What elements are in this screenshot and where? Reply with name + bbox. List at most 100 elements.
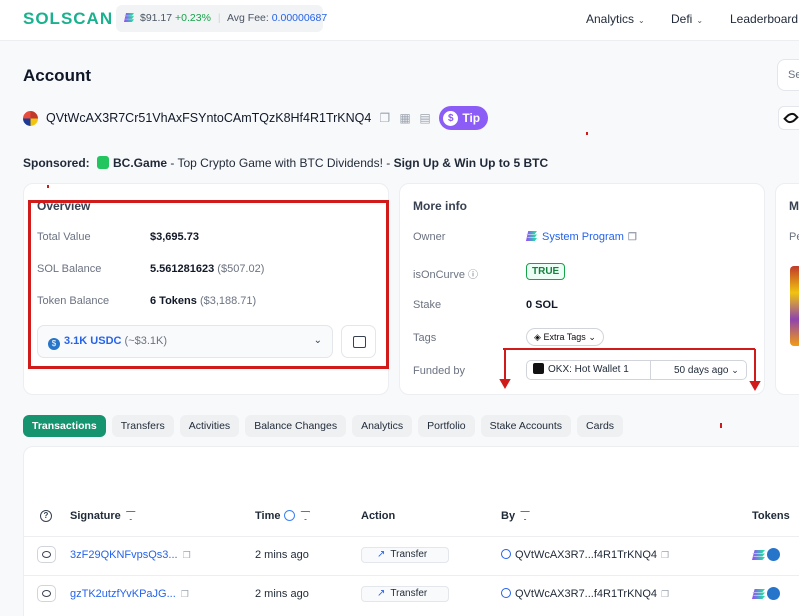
nav-analytics[interactable]: Analytics ⌄	[586, 12, 645, 26]
tab-transactions[interactable]: Transactions	[23, 415, 106, 437]
tab-transfers[interactable]: Transfers	[111, 415, 174, 437]
chevron-down-icon: ⌄	[696, 16, 704, 25]
tab-activities[interactable]: Activities	[179, 415, 240, 437]
filter-icon[interactable]	[125, 511, 136, 520]
tag-icon: ◈	[534, 332, 541, 342]
owner-label: Owner	[413, 231, 446, 243]
eye-icon	[42, 551, 51, 558]
third-card-title: M	[789, 199, 799, 213]
annotation-dot	[586, 132, 588, 135]
chevron-down-icon: ⌄	[588, 332, 596, 342]
third-card-label: Pe	[789, 231, 799, 243]
tab-analytics[interactable]: Analytics	[352, 415, 413, 437]
col-signature: Signature	[70, 510, 136, 522]
view-toggle-button[interactable]	[778, 106, 799, 130]
stake-value: 0 SOL	[526, 299, 558, 311]
row-view-button[interactable]	[37, 546, 56, 563]
tx-by[interactable]: QVtWcAX3R7...f4R1TrKNQ4 ❐	[501, 549, 673, 561]
funded-by-label: Funded by	[413, 365, 465, 377]
sponsor-cta: Sign Up & Win Up to 5 BTC	[393, 156, 549, 170]
tx-signature[interactable]: 3zF29QKNFvpsQs3... ❐	[70, 549, 195, 561]
sponsored-banner[interactable]: Sponsored: BC.Game - Top Crypto Game wit…	[23, 156, 548, 170]
avg-fee-label: Avg Fee:	[226, 12, 269, 24]
tags-label: Tags	[413, 332, 437, 344]
copy-icon[interactable]: ❐	[181, 588, 193, 600]
sponsor-text: - Top Crypto Game with BTC Dividends! -	[167, 156, 394, 170]
stake-label: Stake	[413, 299, 442, 311]
col-time: Time	[255, 510, 311, 522]
solana-icon	[526, 231, 537, 241]
tx-tokens	[752, 587, 782, 600]
arrow-up-right-icon: ↗	[377, 588, 386, 599]
avatar	[23, 110, 38, 126]
copy-icon[interactable]: ❐	[379, 112, 391, 124]
banner-image[interactable]	[790, 266, 799, 346]
sol-price-pill: $91.17 +0.23% | Avg Fee: 0.00000687	[116, 5, 327, 32]
filter-icon[interactable]	[520, 511, 531, 520]
tx-action-badge: ↗ Transfer	[361, 547, 449, 563]
eye-icon	[42, 590, 51, 597]
sol-price: $91.17	[140, 12, 173, 24]
note-icon[interactable]: ▤	[419, 112, 431, 124]
funded-age: 50 days ago ⌄	[650, 361, 739, 380]
wallet-address-icon	[501, 549, 511, 559]
arrow-up-right-icon: ↗	[377, 549, 386, 560]
tab-stake-accounts[interactable]: Stake Accounts	[480, 415, 572, 437]
tab-cards[interactable]: Cards	[577, 415, 624, 437]
more-info-title: More info	[413, 199, 467, 213]
solana-icon	[124, 13, 134, 22]
tx-signature[interactable]: gzTK2utzfYvKPaJG... ❐	[70, 588, 193, 600]
filter-icon[interactable]	[300, 511, 311, 520]
usdc-icon	[767, 587, 780, 600]
col-action: Action	[361, 510, 396, 522]
solscan-logo[interactable]: SOLSCAN	[23, 9, 113, 29]
tab-portfolio[interactable]: Portfolio	[418, 415, 475, 437]
annotation-dot	[720, 423, 722, 428]
sol-price-change: +0.23%	[175, 12, 211, 24]
divider	[24, 536, 799, 537]
account-address: QVtWcAX3R7Cr51VhAxFSYntoCAmTQzK8Hf4R1TrK…	[46, 111, 372, 125]
copy-icon[interactable]: ❐	[661, 588, 673, 600]
help-icon[interactable]: ?	[40, 510, 52, 522]
tab-balance-changes[interactable]: Balance Changes	[245, 415, 347, 437]
account-tabs: Transactions Transfers Activities Balanc…	[23, 415, 624, 437]
tip-button[interactable]: $ Tip	[439, 106, 489, 130]
bcgame-icon	[97, 156, 110, 169]
tx-action-badge: ↗ Transfer	[361, 586, 449, 602]
clock-icon[interactable]	[284, 510, 296, 521]
usdc-icon	[767, 548, 780, 561]
annotation-box	[28, 200, 389, 369]
chevron-down-icon: ⌄	[731, 365, 739, 375]
okx-icon	[533, 363, 544, 374]
tx-time: 2 mins ago	[255, 549, 309, 561]
tx-by[interactable]: QVtWcAX3R7...f4R1TrKNQ4 ❐	[501, 588, 673, 600]
oncurve-label: isOnCurve ⓘ	[413, 269, 479, 281]
qr-code-icon[interactable]: ▦	[399, 112, 411, 124]
col-by: By	[501, 510, 531, 522]
copy-icon[interactable]: ❐	[183, 549, 195, 561]
solana-icon	[752, 589, 765, 599]
search-input[interactable]: Se	[777, 59, 799, 91]
nav-defi[interactable]: Defi ⌄	[671, 12, 703, 26]
dollar-coin-icon: $	[443, 110, 459, 126]
solana-icon	[752, 550, 765, 560]
copy-icon[interactable]: ❐	[628, 232, 640, 244]
avg-fee-value: 0.00000687	[271, 12, 328, 24]
owner-link[interactable]: System Program ❐	[526, 231, 640, 244]
wallet-address-icon	[501, 588, 511, 598]
info-icon: ⓘ	[468, 270, 479, 281]
chevron-down-icon: ⌄	[638, 16, 645, 25]
sponsor-brand: BC.Game	[113, 156, 168, 170]
tx-time: 2 mins ago	[255, 588, 309, 600]
row-view-button[interactable]	[37, 585, 56, 602]
copy-icon[interactable]: ❐	[661, 549, 673, 561]
col-tokens: Tokens	[752, 510, 790, 522]
nav-leaderboard[interactable]: Leaderboard	[730, 12, 798, 26]
oncurve-badge: TRUE	[526, 263, 566, 280]
top-bar: SOLSCAN $91.17 +0.23% | Avg Fee: 0.00000…	[0, 0, 799, 41]
funded-by-select[interactable]: OKX: Hot Wallet 1 50 days ago ⌄	[526, 360, 747, 380]
eye-icon	[783, 110, 799, 126]
sponsored-label: Sponsored:	[23, 156, 90, 170]
extra-tags-dropdown[interactable]: ◈ Extra Tags ⌄	[526, 328, 604, 346]
tx-tokens	[752, 548, 782, 561]
